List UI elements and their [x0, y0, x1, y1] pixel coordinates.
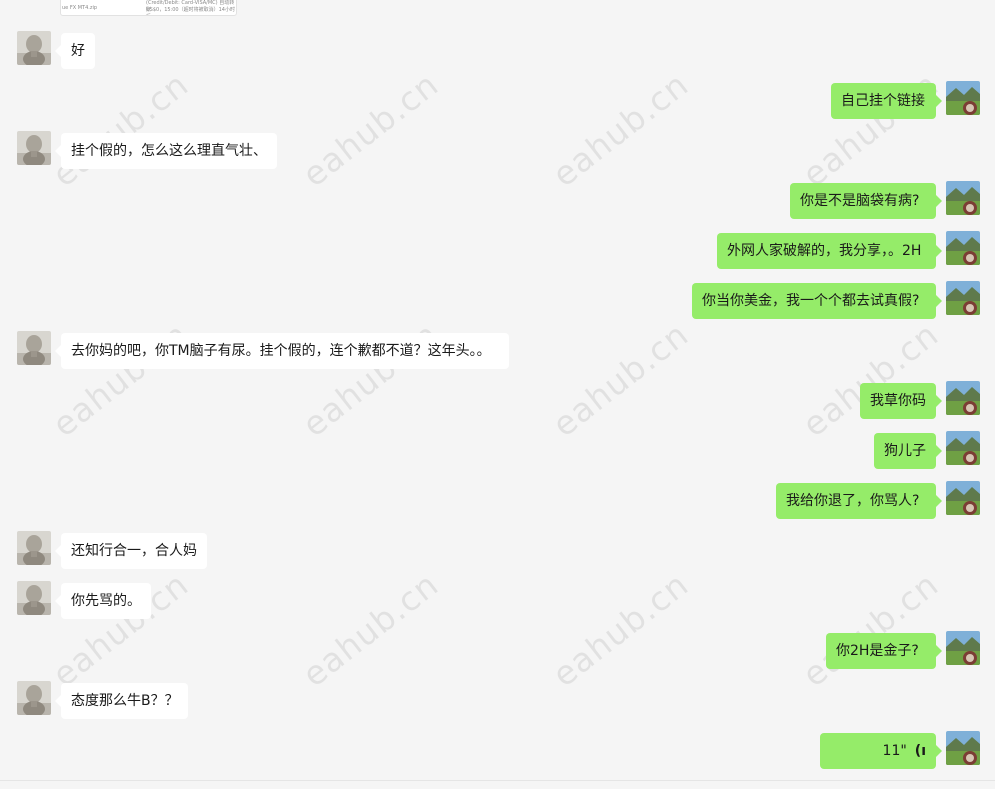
message-bubble[interactable]: 好	[55, 33, 95, 69]
my-avatar[interactable]	[946, 81, 980, 115]
message-bubble[interactable]: 自己挂个链接	[831, 83, 942, 119]
my-avatar[interactable]	[946, 381, 980, 415]
message-bubble[interactable]: 你是不是脑袋有病?	[790, 183, 942, 219]
divider	[0, 780, 995, 781]
voice-duration: 11"	[882, 743, 907, 759]
watermark: eahub.cn	[545, 564, 696, 695]
message-received: 你先骂的。	[17, 581, 161, 619]
message-bubble[interactable]: 狗儿子	[874, 433, 942, 469]
message-sent: 我给你退了，你骂人?	[766, 481, 980, 519]
message-received: 去你妈的吧，你TM脑子有尿。挂个假的，连个歉都不道？这年头。。	[17, 331, 519, 369]
message-bubble[interactable]: 你2H是金子?	[826, 633, 942, 669]
file-name: ue FX MT4.zip	[62, 5, 98, 11]
my-avatar[interactable]	[946, 631, 980, 665]
message-sent: 我草你码	[850, 381, 980, 419]
watermark: eahub.cn	[545, 314, 696, 445]
voice-message-bubble[interactable]: 11" (ı	[820, 733, 942, 769]
watermark: eahub.cn	[795, 564, 946, 695]
contact-avatar[interactable]	[17, 31, 51, 65]
message-bubble[interactable]: 还知行合一，合人妈	[55, 533, 207, 569]
my-avatar[interactable]	[946, 231, 980, 265]
watermark: eahub.cn	[295, 64, 446, 195]
my-avatar[interactable]	[946, 731, 980, 765]
message-bubble[interactable]: 态度那么牛B？？	[55, 683, 188, 719]
watermark: eahub.cn	[295, 564, 446, 695]
watermark: eahub.cn	[795, 314, 946, 445]
message-sent: 你当你美金，我一个个都去试真假?	[682, 281, 980, 319]
message-bubble[interactable]: 我草你码	[860, 383, 942, 419]
watermark: eahub.cn	[45, 64, 196, 195]
message-bubble[interactable]: 你先骂的。	[55, 583, 151, 619]
file-card[interactable]: ue FX MT4.zip (Credit/Debit: Card-VISA/M…	[60, 0, 237, 16]
message-sent: 狗儿子	[864, 431, 980, 469]
my-avatar[interactable]	[946, 181, 980, 215]
voice-wave-icon: (ı	[914, 743, 926, 759]
watermark: eahub.cn	[545, 64, 696, 195]
message-bubble[interactable]: 挂个假的，怎么这么理直气壮、	[55, 133, 277, 169]
message-sent: 11" (ı	[810, 731, 980, 769]
message-sent: 自己挂个链接	[821, 81, 980, 119]
my-avatar[interactable]	[946, 281, 980, 315]
message-bubble[interactable]: 去你妈的吧，你TM脑子有尿。挂个假的，连个歉都不道？这年头。。	[55, 333, 509, 369]
contact-avatar[interactable]	[17, 131, 51, 165]
contact-avatar[interactable]	[17, 331, 51, 365]
message-received: 还知行合一，合人妈	[17, 531, 217, 569]
message-received: 好	[17, 31, 105, 69]
message-received: 态度那么牛B？？	[17, 681, 198, 719]
message-bubble[interactable]: 外网人家破解的，我分享，。2H	[717, 233, 942, 269]
message-bubble[interactable]: 你当你美金，我一个个都去试真假?	[692, 283, 942, 319]
message-sent: 你2H是金子?	[816, 631, 980, 669]
contact-avatar[interactable]	[17, 581, 51, 615]
message-bubble[interactable]: 我给你退了，你骂人?	[776, 483, 942, 519]
contact-avatar[interactable]	[17, 531, 51, 565]
message-received: 挂个假的，怎么这么理直气壮、	[17, 131, 287, 169]
my-avatar[interactable]	[946, 481, 980, 515]
file-meta-2: US$0，15:00（超时将被取消）14小时后	[146, 7, 235, 15]
my-avatar[interactable]	[946, 431, 980, 465]
message-sent: 外网人家破解的，我分享，。2H	[707, 231, 980, 269]
message-sent: 你是不是脑袋有病?	[780, 181, 980, 219]
contact-avatar[interactable]	[17, 681, 51, 715]
